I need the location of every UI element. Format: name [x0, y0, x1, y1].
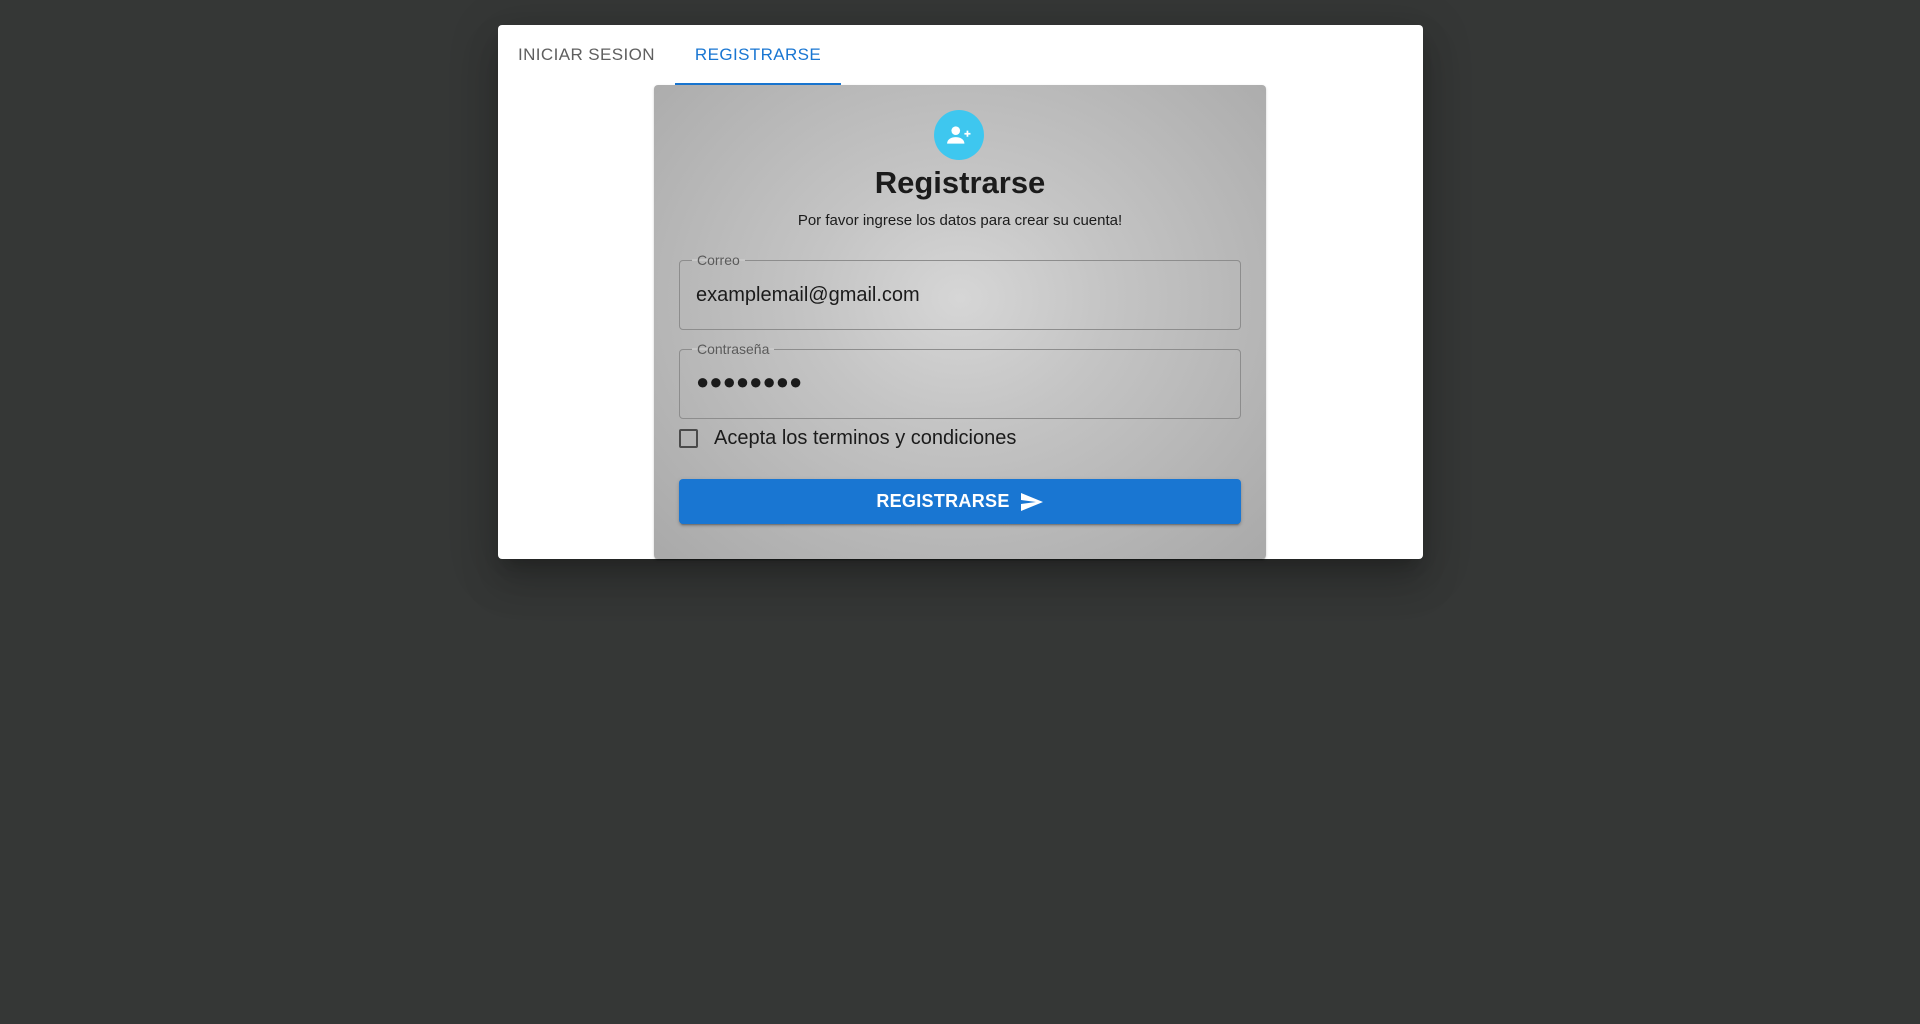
terms-label[interactable]: Acepta los terminos y condiciones — [714, 427, 1016, 450]
email-input[interactable] — [696, 281, 1216, 309]
password-input[interactable]: ●●●●●●●● — [696, 369, 802, 395]
auth-tabs: INICIAR SESION REGISTRARSE — [498, 25, 842, 85]
email-field[interactable]: Correo — [679, 251, 1241, 330]
terms-checkbox[interactable] — [679, 428, 698, 448]
form-subtitle: Por favor ingrese los datos para crear s… — [797, 212, 1123, 229]
terms-row: Acepta los terminos y condiciones — [679, 423, 1016, 453]
password-field-label: Contraseña — [692, 340, 775, 358]
form-title: Registrarse — [874, 165, 1046, 200]
email-field-label: Correo — [692, 251, 745, 269]
register-button-label: REGISTRARSE — [876, 491, 1010, 511]
send-icon — [1020, 492, 1044, 512]
register-button[interactable]: REGISTRARSE — [679, 479, 1241, 524]
password-field[interactable]: Contraseña ●●●●●●●● — [679, 340, 1241, 419]
auth-dialog: INICIAR SESION REGISTRARSE Registrarse P… — [498, 25, 1423, 559]
register-card: Registrarse Por favor ingrese los datos … — [654, 85, 1266, 559]
tab-iniciar-sesion[interactable]: INICIAR SESION — [498, 25, 675, 85]
tab-registrarse[interactable]: REGISTRARSE — [674, 25, 842, 85]
person-add-icon — [934, 110, 984, 160]
